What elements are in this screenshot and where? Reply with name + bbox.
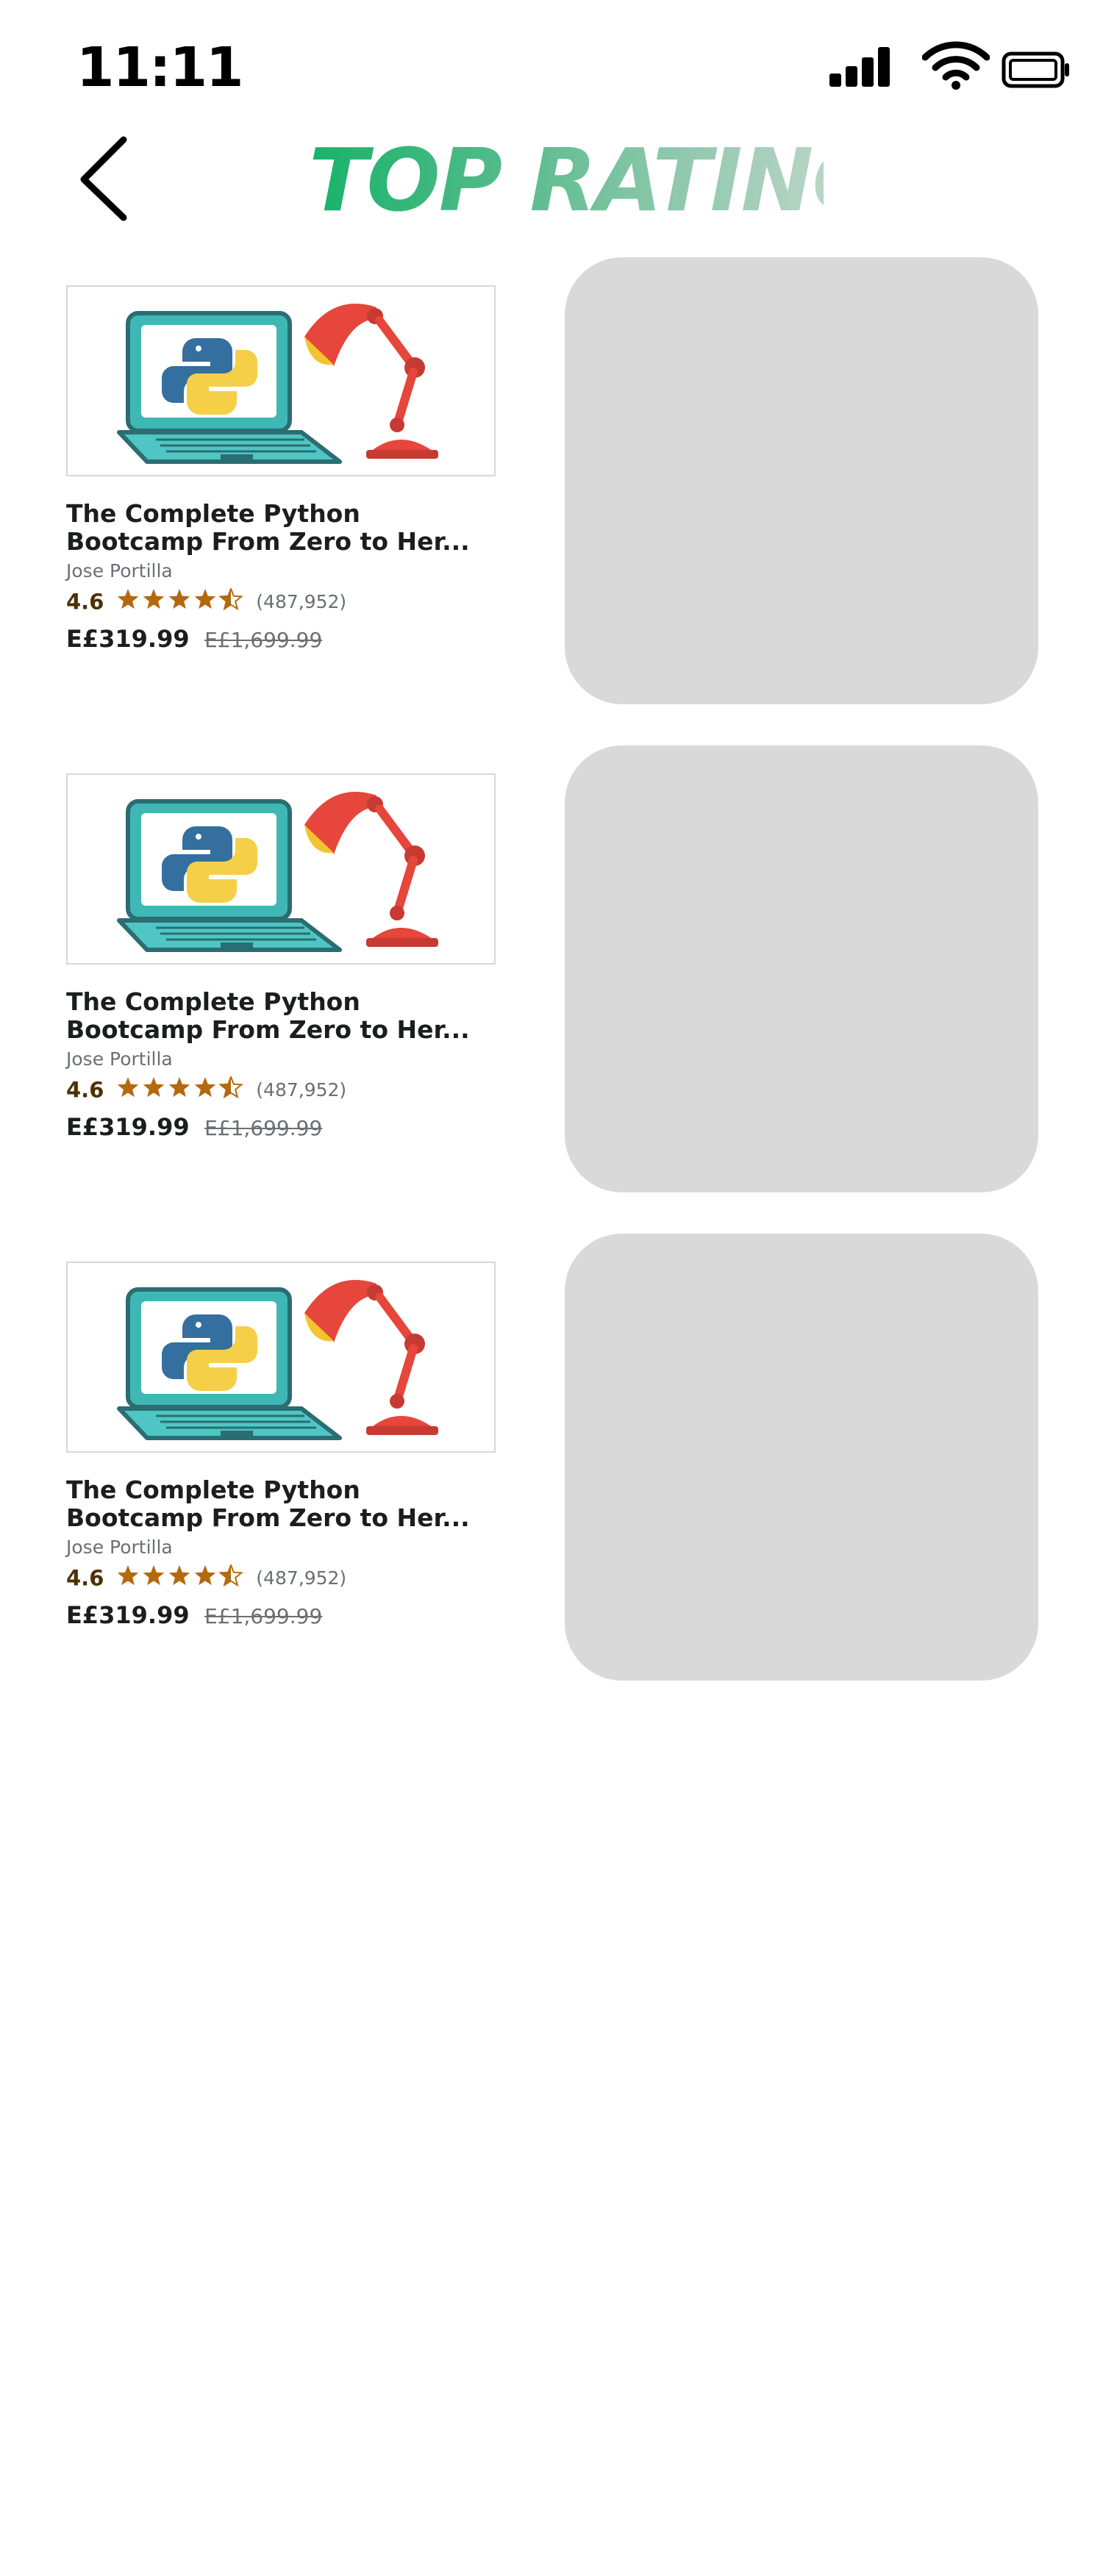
star-rating — [116, 1075, 246, 1103]
rating-line: 4.6 (487,952) — [66, 1563, 347, 1592]
course-title-line-2: Bootcamp From Zero to Her... — [66, 1504, 470, 1532]
course-title-line-2: Bootcamp From Zero to Her... — [66, 1016, 470, 1044]
python-laptop-illustration — [117, 792, 438, 952]
star-rating — [116, 587, 246, 615]
placeholder-card[interactable] — [565, 745, 1038, 1192]
star-full-icon — [168, 1077, 190, 1098]
course-row: The Complete Python Bootcamp From Zero t… — [0, 257, 1103, 713]
star-full-icon — [194, 1565, 216, 1586]
course-row: The Complete Python Bootcamp From Zero t… — [0, 1234, 1103, 1689]
course-title: The Complete Python Bootcamp From Zero t… — [66, 988, 507, 1044]
course-card[interactable]: The Complete Python Bootcamp From Zero t… — [66, 1262, 507, 1673]
review-count: (487,952) — [256, 1567, 347, 1589]
course-thumbnail — [66, 773, 496, 965]
price-line: E£319.99 E£1,699.99 — [66, 1601, 322, 1629]
status-icons — [828, 41, 1071, 93]
review-count: (487,952) — [256, 1079, 347, 1101]
course-row: The Complete Python Bootcamp From Zero t… — [0, 745, 1103, 1201]
original-price: E£1,699.99 — [204, 628, 323, 652]
star-full-icon — [143, 1077, 165, 1098]
current-price: E£319.99 — [66, 625, 190, 653]
course-title-line-1: The Complete Python — [66, 988, 360, 1016]
page-title: TOP RATING — [309, 125, 883, 235]
star-full-icon — [143, 589, 165, 609]
course-thumbnail — [66, 1262, 496, 1453]
python-laptop-illustration — [117, 1280, 438, 1440]
star-full-icon — [117, 1077, 139, 1098]
review-count: (487,952) — [256, 591, 347, 612]
rating-line: 4.6 (487,952) — [66, 587, 347, 615]
star-rating — [116, 1563, 246, 1592]
instructor-name: Jose Portilla — [66, 1536, 173, 1558]
rating-value: 4.6 — [66, 589, 104, 615]
course-title-line-1: The Complete Python — [66, 1476, 360, 1504]
instructor-name: Jose Portilla — [66, 1048, 173, 1070]
wifi-icon — [922, 41, 990, 90]
star-full-icon — [168, 589, 190, 609]
chevron-left-icon — [80, 136, 127, 221]
current-price: E£319.99 — [66, 1113, 190, 1141]
star-full-icon — [117, 589, 139, 609]
instructor-name: Jose Portilla — [66, 560, 173, 582]
original-price: E£1,699.99 — [204, 1604, 323, 1628]
signal-icon — [829, 47, 890, 87]
price-line: E£319.99 E£1,699.99 — [66, 1113, 322, 1141]
course-title-line-1: The Complete Python — [66, 500, 360, 528]
rating-value: 4.6 — [66, 1565, 104, 1591]
original-price: E£1,699.99 — [204, 1116, 323, 1140]
course-title-line-2: Bootcamp From Zero to Her... — [66, 528, 470, 556]
rating-line: 4.6 (487,952) — [66, 1075, 347, 1103]
python-laptop-illustration — [117, 304, 438, 464]
placeholder-card[interactable] — [565, 1234, 1038, 1681]
star-full-icon — [117, 1565, 139, 1586]
course-card[interactable]: The Complete Python Bootcamp From Zero t… — [66, 285, 507, 697]
course-title: The Complete Python Bootcamp From Zero t… — [66, 500, 507, 556]
star-full-icon — [194, 1077, 216, 1098]
current-price: E£319.99 — [66, 1601, 190, 1629]
star-full-icon — [143, 1565, 165, 1586]
back-button[interactable] — [66, 131, 147, 226]
placeholder-card[interactable] — [565, 257, 1038, 704]
price-line: E£319.99 E£1,699.99 — [66, 625, 322, 653]
star-full-icon — [168, 1565, 190, 1586]
status-time: 11:11 — [76, 36, 244, 99]
course-thumbnail — [66, 285, 496, 476]
course-card[interactable]: The Complete Python Bootcamp From Zero t… — [66, 773, 507, 1185]
battery-icon — [1002, 51, 1069, 88]
rating-value: 4.6 — [66, 1077, 104, 1103]
star-full-icon — [194, 589, 216, 609]
course-title: The Complete Python Bootcamp From Zero t… — [66, 1476, 507, 1532]
